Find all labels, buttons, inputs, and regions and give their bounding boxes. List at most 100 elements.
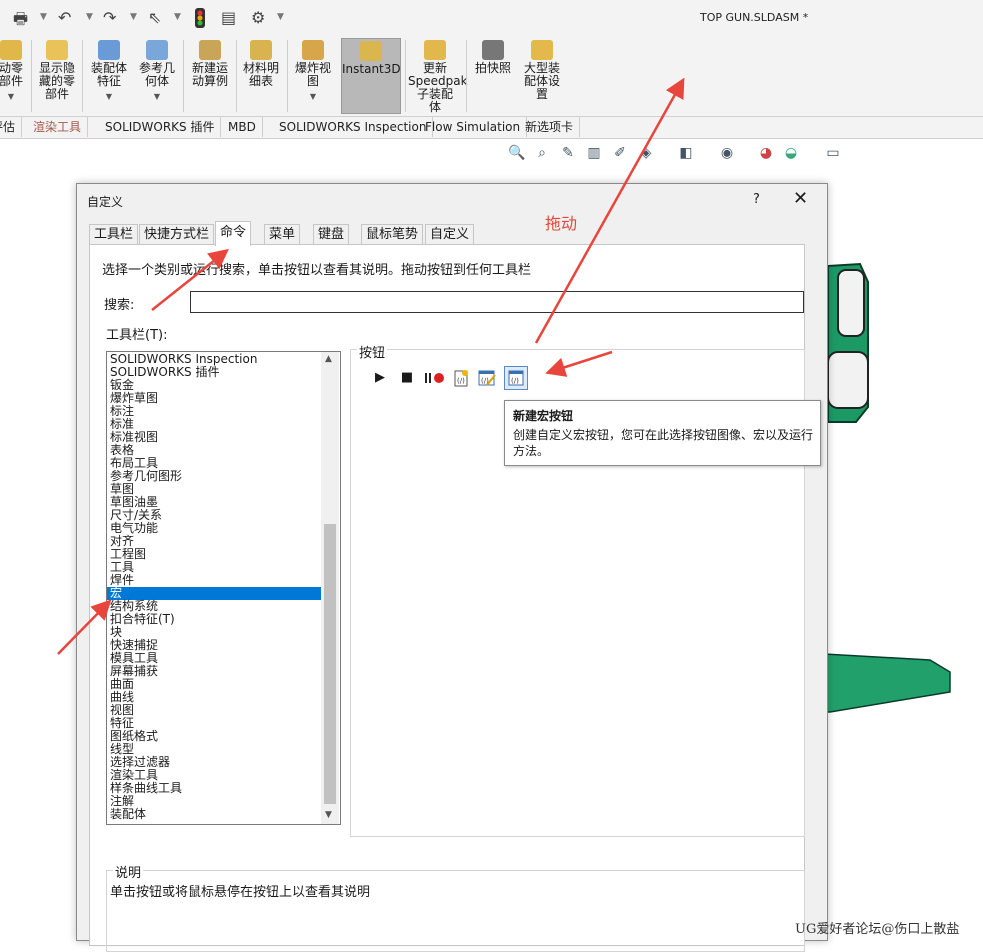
- view-orientation-icon[interactable]: ◈: [637, 145, 655, 163]
- list-scrollbar[interactable]: ▲ ▼: [321, 352, 339, 824]
- ribbon-label: Instant3D: [342, 62, 401, 76]
- bom-table-icon: [250, 40, 272, 60]
- ribbon-label: 大型装 配体设 置: [523, 61, 560, 101]
- reference-geometry-button[interactable]: 参考几 何体 ▼: [134, 38, 180, 114]
- tab-mouse-gestures[interactable]: 鼠标笔势: [361, 224, 424, 245]
- tab-solidworks-inspection[interactable]: SOLIDWORKS Inspection: [273, 117, 434, 137]
- stop-icon[interactable]: ■: [398, 369, 416, 387]
- exploded-view-button[interactable]: 爆炸视 图 ▼: [290, 38, 336, 114]
- instant3d-button[interactable]: Instant3D: [341, 38, 401, 114]
- close-button[interactable]: ✕: [793, 188, 808, 209]
- print-icon[interactable]: 🖶: [13, 8, 28, 35]
- scroll-up-icon[interactable]: ▲: [325, 354, 332, 364]
- chevron-down-icon[interactable]: ▼: [277, 12, 284, 22]
- tab-solidworks-addins[interactable]: SOLIDWORKS 插件: [99, 117, 222, 137]
- new-macro-file-icon[interactable]: (/): [452, 369, 470, 387]
- tab-shortcut-bars[interactable]: 快捷方式栏: [139, 224, 215, 245]
- new-macro-button-icon[interactable]: (/): [504, 366, 528, 390]
- ribbon-label: 参考几 何体: [138, 61, 175, 88]
- edit-macro-icon[interactable]: (/): [478, 369, 496, 387]
- document-title: TOP GUN.SLDASM *: [700, 11, 809, 24]
- undo-icon[interactable]: ↶: [58, 8, 71, 27]
- tooltip-title: 新建宏按钮: [513, 409, 574, 423]
- search-label: 搜索:: [104, 298, 135, 313]
- list-item[interactable]: 装配体: [110, 808, 146, 821]
- svg-text:(/): (/): [511, 377, 519, 385]
- large-assembly-settings-button[interactable]: 大型装 配体设 置: [518, 38, 566, 114]
- dynamic-annotation-icon[interactable]: ✐: [611, 145, 629, 163]
- play-icon[interactable]: ▶: [371, 369, 389, 387]
- ribbon-label: 装配体 特征: [90, 61, 127, 88]
- tab-new-tab[interactable]: 新选项卡: [519, 117, 581, 137]
- gear-icon[interactable]: ⚙: [251, 8, 265, 27]
- new-motion-study-button[interactable]: 新建运 动算例: [186, 38, 234, 114]
- command-tooltip: 新建宏按钮 创建自定义宏按钮，您可在此选择按钮图像、宏以及运行方法。: [504, 400, 821, 466]
- tab-evaluate[interactable]: 评估: [0, 117, 23, 137]
- tab-toolbars[interactable]: 工具栏: [89, 224, 139, 245]
- view-settings-icon[interactable]: ▭: [824, 145, 842, 163]
- toolbar-category-list[interactable]: SOLIDWORKS Inspection SOLIDWORKS 插件 钣金 爆炸草图…: [106, 351, 341, 825]
- toolbar-list-label: 工具栏(T):: [106, 328, 168, 343]
- tab-flow-simulation[interactable]: Flow Simulation: [419, 117, 528, 137]
- ribbon-label: 新建运 动算例: [191, 61, 228, 88]
- instant3d-icon: [360, 41, 382, 61]
- chevron-down-icon: ▼: [7, 92, 15, 101]
- ribbon-label: 显示隐 藏的零 部件: [38, 61, 75, 101]
- speedpak-icon: [424, 40, 446, 60]
- drag-annotation-label: 拖动: [545, 214, 578, 233]
- instruction-text: 选择一个类别或运行搜索，单击按钮以查看其说明。拖动按钮到任何工具栏: [102, 263, 532, 278]
- ribbon-label: 更新 Speedpak 子装配 体: [408, 61, 468, 114]
- edit-appearance-icon[interactable]: ◕: [757, 145, 775, 163]
- tab-mbd[interactable]: MBD: [222, 117, 263, 137]
- chevron-down-icon[interactable]: ▼: [174, 12, 181, 22]
- chevron-down-icon: ▼: [153, 92, 161, 101]
- section-view-icon[interactable]: ▥: [585, 145, 603, 163]
- show-hidden-icon: [46, 40, 68, 60]
- move-component-button[interactable]: 动零 部件 ▼: [0, 38, 28, 114]
- ribbon-label: 拍快照: [474, 61, 511, 75]
- zoom-to-fit-icon[interactable]: 🔍: [508, 145, 526, 163]
- camera-icon: [482, 40, 504, 60]
- ribbon-tab-strip: 评估 渲染工具 SOLIDWORKS 插件 MBD SOLIDWORKS Ins…: [0, 117, 983, 139]
- take-snapshot-button[interactable]: 拍快照: [470, 38, 516, 114]
- pause-record-icon[interactable]: [423, 369, 447, 387]
- assembly-features-button[interactable]: 装配体 特征 ▼: [86, 38, 132, 114]
- hide-show-items-icon[interactable]: ◉: [718, 145, 736, 163]
- chevron-down-icon[interactable]: ▼: [86, 12, 93, 22]
- chevron-down-icon[interactable]: ▼: [130, 12, 137, 22]
- ribbon-label: 动零 部件: [0, 61, 23, 88]
- scroll-thumb[interactable]: [324, 524, 336, 804]
- description-text: 单击按钮或将鼠标悬停在按钮上以查看其说明: [110, 885, 371, 900]
- select-arrow-icon[interactable]: ⇖: [148, 8, 161, 27]
- buttons-group-label: 按钮: [357, 342, 388, 361]
- tab-keyboard[interactable]: 键盘: [313, 224, 350, 245]
- bill-of-materials-button[interactable]: 材料明 细表: [238, 38, 284, 114]
- update-speedpak-button[interactable]: 更新 Speedpak 子装配 体: [408, 38, 468, 114]
- zoom-to-area-icon[interactable]: ⌕: [533, 145, 551, 163]
- redo-icon[interactable]: ↷: [103, 8, 116, 27]
- display-style-icon[interactable]: ◧: [677, 145, 695, 163]
- ribbon-divider: [405, 40, 406, 112]
- apply-scene-icon[interactable]: ◒: [782, 145, 800, 163]
- tab-customization[interactable]: 自定义: [425, 224, 475, 245]
- ribbon-divider: [31, 40, 32, 112]
- chevron-down-icon[interactable]: ▼: [40, 12, 47, 22]
- scroll-down-icon[interactable]: ▼: [325, 810, 332, 820]
- title-bar: 🖶 ▼ ↶ ▼ ↷ ▼ ⇖ ▼ ▤ ⚙ ▼ TOP GUN.SLDASM *: [0, 0, 983, 36]
- file-properties-icon[interactable]: ▤: [221, 8, 236, 27]
- watermark: UG爱好者论坛@伤口上散盐: [795, 922, 960, 937]
- description-label: 说明: [113, 862, 144, 881]
- traffic-light-icon[interactable]: [194, 8, 206, 32]
- dialog-title: 自定义: [87, 195, 124, 209]
- tab-commands[interactable]: 命令: [215, 221, 252, 246]
- tooltip-body: 创建自定义宏按钮，您可在此选择按钮图像、宏以及运行方法。: [513, 428, 814, 458]
- show-hidden-components-button[interactable]: 显示隐 藏的零 部件: [34, 38, 80, 114]
- help-button[interactable]: ?: [753, 192, 760, 207]
- command-manager-ribbon: 动零 部件 ▼ 显示隐 藏的零 部件 装配体 特征 ▼ 参考几 何体 ▼ 新建运…: [0, 36, 983, 117]
- reference-geometry-icon: [146, 40, 168, 60]
- previous-view-icon[interactable]: ✎: [559, 145, 577, 163]
- tab-render-tools[interactable]: 渲染工具: [27, 117, 89, 137]
- tab-menus[interactable]: 菜单: [264, 224, 301, 245]
- move-component-icon: [0, 40, 22, 60]
- search-input[interactable]: [190, 291, 804, 313]
